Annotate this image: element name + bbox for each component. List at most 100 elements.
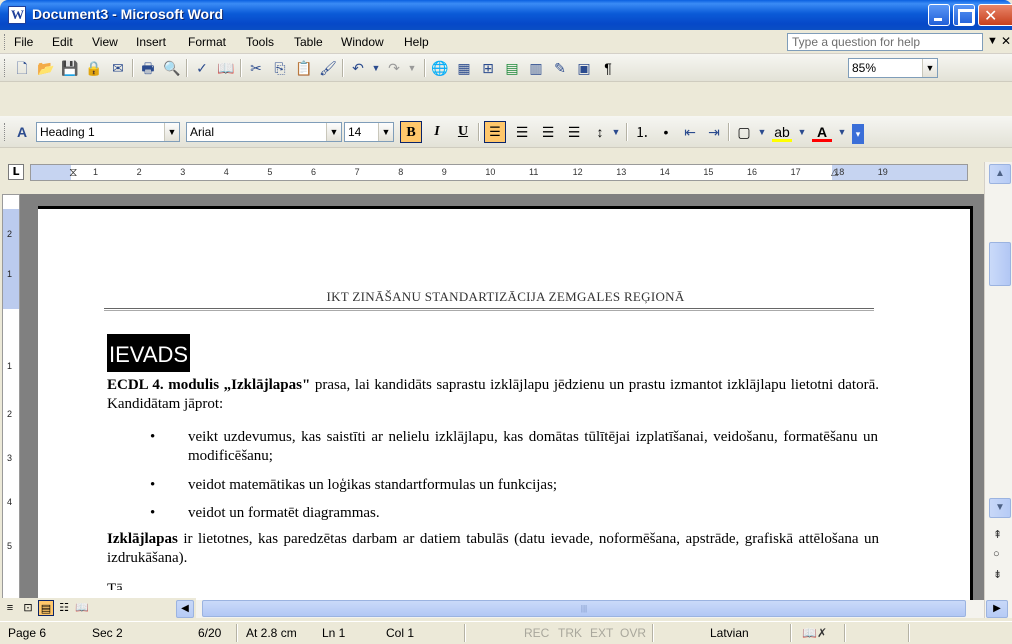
menu-tools[interactable]: Tools: [246, 35, 274, 49]
print-icon[interactable]: 🖶: [138, 58, 158, 78]
next-page-icon[interactable]: ⇟: [993, 568, 1002, 581]
font-color-dropdown-icon[interactable]: ▼: [832, 122, 852, 142]
print-preview-icon[interactable]: 🔍: [162, 58, 182, 78]
permission-icon[interactable]: 🔒: [84, 58, 104, 78]
maximize-button[interactable]: [953, 4, 975, 26]
menu-help[interactable]: Help: [404, 35, 429, 49]
spelling-status-icon[interactable]: 📖✗: [802, 626, 827, 640]
scroll-up-button[interactable]: ▲: [989, 164, 1011, 184]
menu-view[interactable]: View: [92, 35, 118, 49]
line-spacing-dropdown-icon[interactable]: ▼: [606, 122, 626, 142]
menu-grip[interactable]: [4, 34, 7, 50]
insert-excel-icon[interactable]: ▤: [502, 58, 522, 78]
indent-marker-icon[interactable]: ⧖: [69, 165, 77, 180]
bullets-icon[interactable]: •: [656, 122, 676, 142]
horizontal-scrollbar[interactable]: |||: [196, 600, 984, 618]
outline-view-icon[interactable]: ☷: [56, 600, 72, 616]
normal-view-icon[interactable]: ≡: [2, 600, 18, 616]
menu-file[interactable]: File: [14, 35, 33, 49]
highlight-dropdown-icon[interactable]: ▼: [792, 122, 812, 142]
status-line[interactable]: Ln 1: [322, 626, 345, 640]
columns-icon[interactable]: ▥: [526, 58, 546, 78]
insert-table-icon[interactable]: ⊞: [478, 58, 498, 78]
status-language[interactable]: Latvian: [710, 626, 749, 640]
drawing-icon[interactable]: ✎: [550, 58, 570, 78]
vertical-scroll-thumb[interactable]: [989, 242, 1011, 286]
scroll-down-button[interactable]: ▼: [989, 498, 1011, 518]
justify-icon[interactable]: ☰: [564, 122, 584, 142]
style-combo[interactable]: Heading 1 ▼: [36, 122, 180, 142]
font-color-icon[interactable]: A: [812, 122, 832, 142]
scroll-left-button[interactable]: ◀: [176, 600, 194, 618]
border-icon[interactable]: ▢: [734, 122, 754, 142]
vertical-ruler[interactable]: 2 1 1 2 3 4 5: [2, 194, 20, 618]
web-layout-icon[interactable]: ⊡: [20, 600, 36, 616]
redo-dropdown-icon[interactable]: ▼: [402, 58, 422, 78]
spelling-icon[interactable]: ✓: [192, 58, 212, 78]
new-document-icon[interactable]: 🗋: [12, 58, 32, 78]
tab-selector[interactable]: L: [8, 164, 24, 180]
align-left-icon[interactable]: ☰: [484, 121, 506, 143]
horizontal-scroll-thumb[interactable]: |||: [202, 600, 966, 617]
status-rec[interactable]: REC: [524, 626, 549, 640]
style-dropdown-icon[interactable]: ▼: [164, 123, 179, 141]
document-area[interactable]: IKT ZINĀŠANU STANDARTIZĀCIJA ZEMGALES RE…: [20, 194, 984, 618]
highlight-icon[interactable]: ab: [772, 122, 792, 142]
zoom-box[interactable]: 85% ▼: [848, 58, 938, 78]
tables-borders-icon[interactable]: ▦: [454, 58, 474, 78]
scroll-right-button[interactable]: ▶: [986, 600, 1008, 618]
status-column[interactable]: Col 1: [386, 626, 414, 640]
menu-window[interactable]: Window: [341, 35, 384, 49]
font-dropdown-icon[interactable]: ▼: [326, 123, 341, 141]
copy-icon[interactable]: ⎘: [270, 58, 290, 78]
horizontal-ruler[interactable]: 1 2 3 4 5 6 7 8 9 10 11 12 13 14 15 16 17 18 19 ⧖ △: [30, 164, 968, 181]
status-page[interactable]: Page 6: [8, 626, 46, 640]
status-ovr[interactable]: OVR: [620, 626, 646, 640]
font-size-dropdown-icon[interactable]: ▼: [378, 123, 393, 141]
reading-layout-icon[interactable]: 📖: [74, 600, 90, 616]
decrease-indent-icon[interactable]: ⇤: [680, 122, 700, 142]
increase-indent-icon[interactable]: ⇥: [704, 122, 724, 142]
email-icon[interactable]: ✉: [108, 58, 128, 78]
print-layout-icon[interactable]: ▤: [38, 600, 54, 616]
format-painter-icon[interactable]: 🖌: [318, 58, 338, 78]
align-right-icon[interactable]: ☰: [538, 122, 558, 142]
undo-icon[interactable]: ↶: [348, 58, 368, 78]
open-icon[interactable]: 📂: [36, 58, 56, 78]
formatting-toolbar-grip[interactable]: [4, 123, 7, 141]
title-bar[interactable]: Document3 - Microsoft Word: [0, 0, 1012, 30]
show-hide-icon[interactable]: ¶: [598, 58, 618, 78]
minimize-button[interactable]: [928, 4, 950, 26]
menu-edit[interactable]: Edit: [52, 35, 73, 49]
close-document-icon[interactable]: ✕: [1001, 34, 1011, 48]
cut-icon[interactable]: ✂: [246, 58, 266, 78]
status-ext[interactable]: EXT: [590, 626, 613, 640]
italic-button[interactable]: I: [426, 121, 448, 143]
toolbar-options-icon[interactable]: ▾: [852, 124, 864, 144]
toolbar-grip[interactable]: [4, 59, 7, 77]
close-button[interactable]: [978, 4, 1012, 26]
select-browse-object-icon[interactable]: ○: [993, 548, 1000, 560]
status-at[interactable]: At 2.8 cm: [246, 626, 297, 640]
vertical-scrollbar[interactable]: ▲ ▼ ⇞ ○ ⇟: [984, 162, 1012, 618]
previous-page-icon[interactable]: ⇞: [993, 528, 1002, 541]
research-icon[interactable]: 📖: [216, 58, 236, 78]
word-app-icon[interactable]: [8, 6, 26, 24]
help-search-input[interactable]: Type a question for help: [787, 33, 983, 51]
underline-button[interactable]: U: [452, 121, 474, 143]
hyperlink-icon[interactable]: 🌐: [430, 58, 450, 78]
menu-format[interactable]: Format: [188, 35, 226, 49]
numbering-icon[interactable]: ⒈: [632, 122, 652, 142]
menu-insert[interactable]: Insert: [136, 35, 166, 49]
font-combo[interactable]: Arial ▼: [186, 122, 342, 142]
redo-icon[interactable]: ↷: [384, 58, 404, 78]
right-indent-marker-icon[interactable]: △: [831, 165, 838, 180]
styles-formatting-icon[interactable]: A: [12, 122, 32, 142]
bold-button[interactable]: B: [400, 121, 422, 143]
align-center-icon[interactable]: ☰: [512, 122, 532, 142]
undo-dropdown-icon[interactable]: ▼: [366, 58, 386, 78]
help-dropdown-icon[interactable]: ▼: [987, 35, 998, 47]
status-trk[interactable]: TRK: [558, 626, 582, 640]
paste-icon[interactable]: 📋: [294, 58, 314, 78]
save-icon[interactable]: 💾: [60, 58, 80, 78]
